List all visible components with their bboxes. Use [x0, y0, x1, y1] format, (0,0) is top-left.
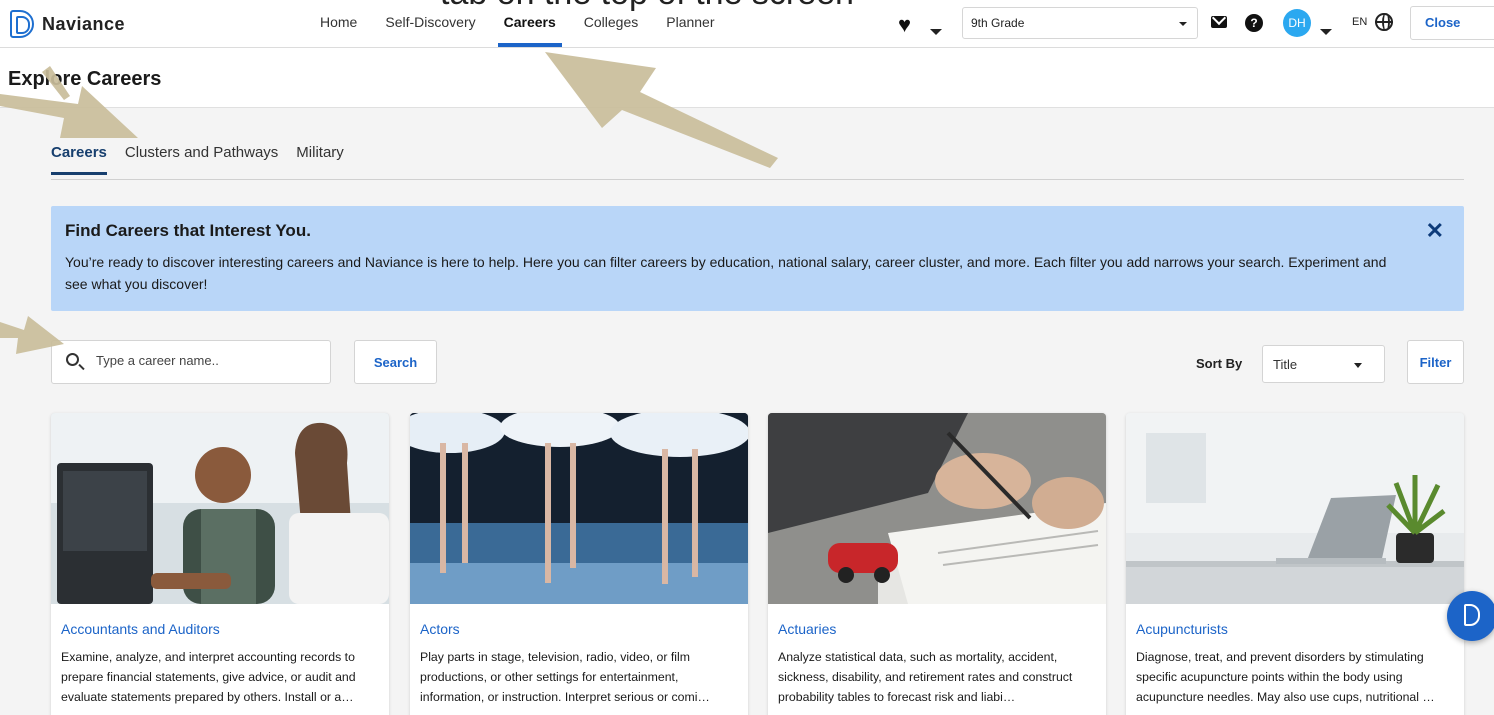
chevron-down-icon[interactable]	[930, 29, 942, 35]
card-description: Examine, analyze, and interpret accounti…	[61, 650, 356, 704]
search-button[interactable]: Search	[354, 340, 437, 384]
info-banner: Find Careers that Interest You. You’re r…	[51, 206, 1464, 311]
career-card[interactable]: Acupuncturists Diagnose, treat, and prev…	[1126, 413, 1464, 715]
naviance-help-button[interactable]	[1447, 591, 1494, 641]
search-input[interactable]	[96, 353, 316, 368]
actors-photo	[410, 413, 748, 604]
chevron-down-icon[interactable]	[1320, 29, 1332, 35]
card-description: Diagnose, treat, and prevent disorders b…	[1136, 650, 1435, 704]
grade-select-value: 9th Grade	[971, 16, 1025, 30]
nav-self-discovery[interactable]: Self-Discovery	[385, 14, 475, 30]
top-nav: tab on the top of the screen Naviance Ho…	[0, 0, 1494, 62]
avatar[interactable]: DH	[1283, 9, 1311, 37]
career-subtabs: Careers Clusters and Pathways Military	[51, 144, 344, 175]
globe-icon[interactable]	[1375, 13, 1393, 31]
main-nav: Home Self-Discovery Careers Colleges Pla…	[320, 14, 715, 47]
career-card[interactable]: Actors Play parts in stage, television, …	[410, 413, 748, 715]
career-image	[768, 413, 1106, 604]
banner-title: Find Careers that Interest You.	[65, 221, 311, 240]
close-demo-button[interactable]: Close Demo	[1410, 6, 1494, 62]
career-card[interactable]: Accountants and Auditors Examine, analyz…	[51, 413, 389, 715]
app-name: Naviance	[42, 13, 126, 34]
nav-home[interactable]: Home	[320, 14, 357, 30]
search-box	[51, 340, 331, 384]
actuaries-photo	[768, 413, 1106, 604]
chevron-down-icon	[1354, 363, 1362, 368]
naviance-logo-icon	[1464, 604, 1480, 626]
card-title[interactable]: Actors	[420, 621, 460, 637]
mail-icon[interactable]	[1211, 16, 1227, 28]
tab-clusters-and-pathways[interactable]: Clusters and Pathways	[125, 144, 278, 161]
overlay-caption: tab on the top of the screen	[440, 0, 854, 13]
chevron-down-icon	[1179, 22, 1187, 26]
main-content: Careers Clusters and Pathways Military F…	[0, 108, 1494, 715]
favorites-heart-icon[interactable]: ♥	[898, 12, 911, 38]
naviance-logo-icon	[10, 10, 34, 38]
accountants-photo	[51, 413, 389, 604]
card-title[interactable]: Accountants and Auditors	[61, 621, 220, 637]
card-title[interactable]: Actuaries	[778, 621, 836, 637]
card-title[interactable]: Acupuncturists	[1136, 621, 1228, 637]
nav-colleges[interactable]: Colleges	[584, 14, 638, 30]
career-image	[51, 413, 389, 604]
search-icon	[66, 353, 79, 366]
card-description: Analyze statistical data, such as mortal…	[778, 650, 1073, 704]
tabs-divider	[51, 179, 1464, 180]
help-icon[interactable]: ?	[1245, 14, 1263, 32]
card-description: Play parts in stage, television, radio, …	[420, 650, 710, 704]
nav-planner[interactable]: Planner	[666, 14, 714, 30]
close-icon[interactable]: ✕	[1426, 218, 1444, 244]
tab-military[interactable]: Military	[296, 144, 344, 161]
naviance-logo[interactable]: Naviance	[10, 10, 125, 38]
career-image	[410, 413, 748, 604]
grade-select[interactable]: 9th Grade	[962, 7, 1198, 39]
banner-text: You’re ready to discover interesting car…	[65, 254, 1387, 292]
page-header: Explore Careers	[0, 48, 1494, 108]
sort-select[interactable]: Title	[1262, 345, 1385, 383]
acupuncturists-photo	[1126, 413, 1464, 604]
page-title: Explore Careers	[8, 68, 162, 90]
filter-button[interactable]: Filter	[1407, 340, 1464, 384]
sort-select-value: Title	[1273, 357, 1298, 372]
language-label[interactable]: EN	[1352, 16, 1367, 28]
nav-careers[interactable]: Careers	[497, 14, 562, 47]
career-card[interactable]: Actuaries Analyze statistical data, such…	[768, 413, 1106, 715]
sort-by-label: Sort By	[1196, 356, 1243, 371]
tab-careers[interactable]: Careers	[51, 144, 107, 175]
career-image	[1126, 413, 1464, 604]
